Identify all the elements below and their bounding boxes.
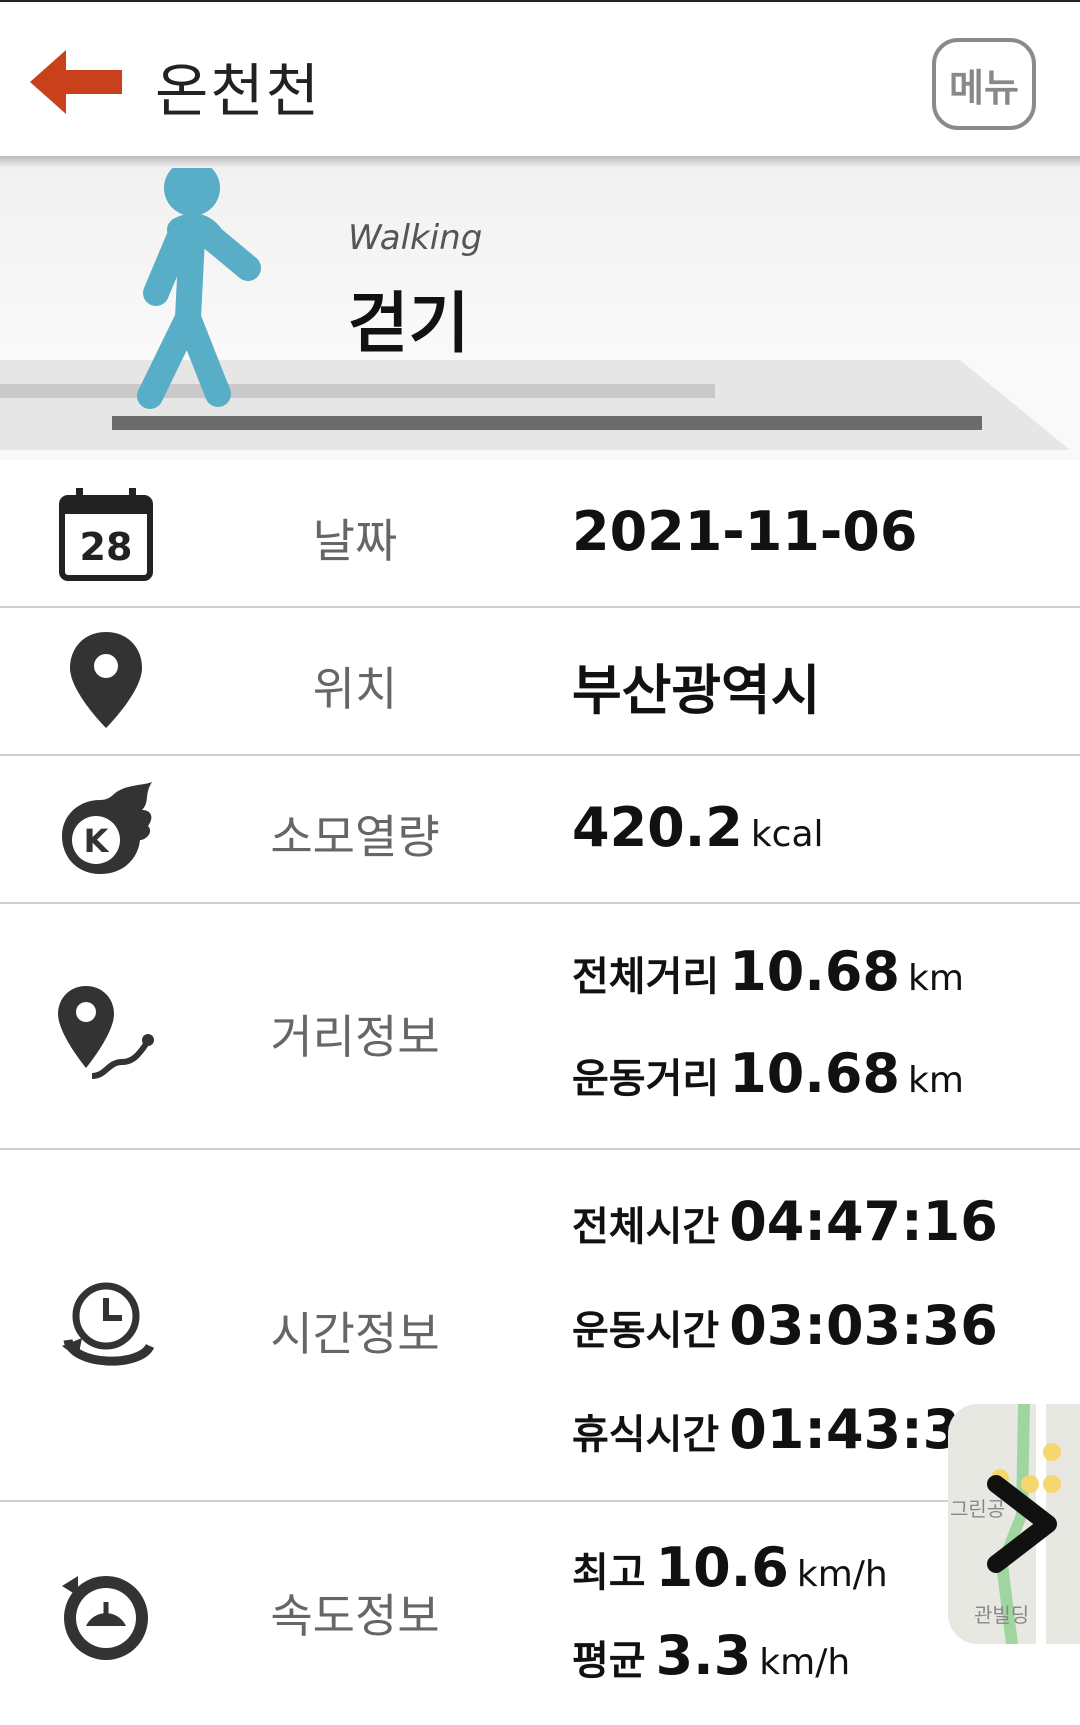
total-distance-value: 10.68 xyxy=(729,940,901,1003)
time-row: 시간정보 전체시간 04:47:16 운동시간 03:03:36 휴식시간 01:43… xyxy=(0,1150,1080,1502)
date-label: 날짜 xyxy=(312,514,398,568)
activity-name-ko: 걷기 xyxy=(348,285,470,362)
exercise-distance-value: 10.68 xyxy=(729,1042,901,1105)
route-icon xyxy=(58,986,154,1079)
distance-label: 거리정보 xyxy=(270,1010,440,1064)
total-time-value: 04:47:16 xyxy=(729,1190,998,1253)
location-row: 위치 부산광역시 xyxy=(0,608,1080,756)
max-speed-label: 최고 xyxy=(572,1550,646,1596)
max-speed: 최고 10.6 km/h xyxy=(572,1536,888,1599)
calendar-icon: 28 xyxy=(59,488,153,581)
activity-banner: Walking 걷기 xyxy=(0,168,1080,460)
map-label-2: 관빌딩 xyxy=(974,1603,1029,1627)
header-shadow xyxy=(0,156,1080,168)
back-arrow-icon[interactable] xyxy=(22,42,132,122)
calories-value: 420.2 xyxy=(572,796,743,859)
total-time-label: 전체시간 xyxy=(572,1204,720,1250)
calories-value-group: 420.2 kcal xyxy=(572,796,824,859)
rest-time: 휴식시간 01:43:39 xyxy=(572,1398,998,1461)
svg-text:K: K xyxy=(84,822,110,860)
page-title: 온천천 xyxy=(155,57,322,125)
distance-row: 거리정보 전체거리 10.68 km 운동거리 10.68 km xyxy=(0,904,1080,1150)
time-label: 시간정보 xyxy=(270,1307,440,1361)
exercise-time-value: 03:03:36 xyxy=(729,1294,998,1357)
date-row: 28 날짜 2021-11-06 xyxy=(0,460,1080,608)
map-thumbnail-button[interactable]: 그린공 관빌딩 xyxy=(948,1404,1080,1644)
calories-unit: kcal xyxy=(750,814,824,855)
activity-name-en: Walking xyxy=(348,218,483,258)
max-speed-value: 10.6 xyxy=(655,1536,789,1599)
speed-label: 속도정보 xyxy=(270,1589,440,1643)
location-label: 위치 xyxy=(312,662,398,716)
exercise-distance: 운동거리 10.68 km xyxy=(572,1042,964,1105)
clock-icon xyxy=(62,1282,155,1366)
total-distance-label: 전체거리 xyxy=(572,954,720,1000)
exercise-time: 운동시간 03:03:36 xyxy=(572,1294,998,1357)
exercise-distance-label: 운동거리 xyxy=(572,1056,720,1102)
menu-button[interactable]: 메뉴 xyxy=(932,38,1036,130)
location-pin-icon xyxy=(70,632,142,728)
exercise-time-label: 운동시간 xyxy=(572,1308,720,1354)
avg-speed: 평균 3.3 km/h xyxy=(572,1624,850,1687)
date-value: 2021-11-06 xyxy=(572,500,918,563)
location-value: 부산광역시 xyxy=(572,659,821,722)
calories-label: 소모열량 xyxy=(270,810,440,864)
avg-speed-value: 3.3 xyxy=(655,1624,752,1687)
chevron-right-icon[interactable] xyxy=(984,1474,1060,1574)
avg-speed-label: 평균 xyxy=(572,1638,646,1684)
total-distance-unit: km xyxy=(908,958,964,999)
avg-speed-unit: km/h xyxy=(759,1642,851,1683)
calories-row: K 소모열량 420.2 kcal xyxy=(0,756,1080,904)
rest-time-label: 휴식시간 xyxy=(572,1412,720,1458)
speedometer-icon xyxy=(62,1576,148,1660)
max-speed-unit: km/h xyxy=(796,1554,888,1595)
calorie-flame-icon: K xyxy=(62,782,152,874)
speed-row: 속도정보 최고 10.6 km/h 평균 3.3 km/h xyxy=(0,1502,1080,1725)
walking-person-icon xyxy=(137,168,261,409)
total-time: 전체시간 04:47:16 xyxy=(572,1190,998,1253)
app-header: 온천천 메뉴 xyxy=(0,0,1080,156)
exercise-distance-unit: km xyxy=(908,1060,964,1101)
total-distance: 전체거리 10.68 km xyxy=(572,940,964,1003)
calendar-day: 28 xyxy=(80,525,133,569)
